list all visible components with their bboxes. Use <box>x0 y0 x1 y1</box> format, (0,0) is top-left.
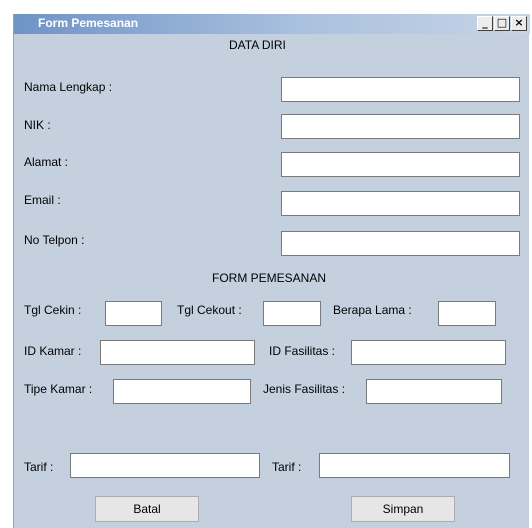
minimize-icon[interactable]: _ <box>477 16 493 31</box>
no-telpon-label: No Telpon : <box>24 233 85 247</box>
email-label: Email : <box>24 193 61 207</box>
email-input[interactable] <box>281 191 520 216</box>
tgl-cekout-label: Tgl Cekout : <box>177 303 242 317</box>
data-diri-heading: DATA DIRI <box>229 38 286 52</box>
nik-input[interactable] <box>281 114 520 139</box>
tipe-kamar-input[interactable] <box>113 379 251 404</box>
nama-lengkap-input[interactable] <box>281 77 520 102</box>
id-fasilitas-label: ID Fasilitas : <box>269 344 336 358</box>
id-kamar-label: ID Kamar : <box>24 344 82 358</box>
close-icon[interactable]: × <box>511 16 527 31</box>
nama-lengkap-label: Nama Lengkap : <box>24 80 113 94</box>
tarif-fasilitas-label: Tarif : <box>272 460 302 474</box>
tarif-kamar-input[interactable] <box>70 453 260 478</box>
jenis-fasilitas-input[interactable] <box>366 379 502 404</box>
alamat-input[interactable] <box>281 152 520 177</box>
tarif-fasilitas-input[interactable] <box>319 453 510 478</box>
id-kamar-input[interactable] <box>100 340 255 365</box>
nik-label: NIK : <box>24 118 51 132</box>
tgl-cekin-label: Tgl Cekin : <box>24 303 82 317</box>
no-telpon-input[interactable] <box>281 231 520 256</box>
alamat-label: Alamat : <box>24 155 69 169</box>
simpan-button[interactable]: Simpan <box>351 496 455 522</box>
maximize-icon[interactable]: □ <box>494 16 510 31</box>
form-pemesanan-heading: FORM PEMESANAN <box>212 271 327 285</box>
id-fasilitas-input[interactable] <box>351 340 506 365</box>
tipe-kamar-label: Tipe Kamar : <box>24 382 93 396</box>
batal-button[interactable]: Batal <box>95 496 199 522</box>
tgl-cekin-input[interactable] <box>105 301 162 326</box>
tgl-cekout-input[interactable] <box>263 301 321 326</box>
form-pemesanan-window: Form Pemesanan _ □ × DATA DIRI Nama Leng… <box>13 14 530 528</box>
tarif-kamar-label: Tarif : <box>24 460 54 474</box>
berapa-lama-label: Berapa Lama : <box>333 303 412 317</box>
berapa-lama-input[interactable] <box>438 301 496 326</box>
window-title: Form Pemesanan <box>38 16 139 30</box>
jenis-fasilitas-label: Jenis Fasilitas : <box>263 382 346 396</box>
title-bar[interactable]: Form Pemesanan _ □ × <box>14 14 530 34</box>
